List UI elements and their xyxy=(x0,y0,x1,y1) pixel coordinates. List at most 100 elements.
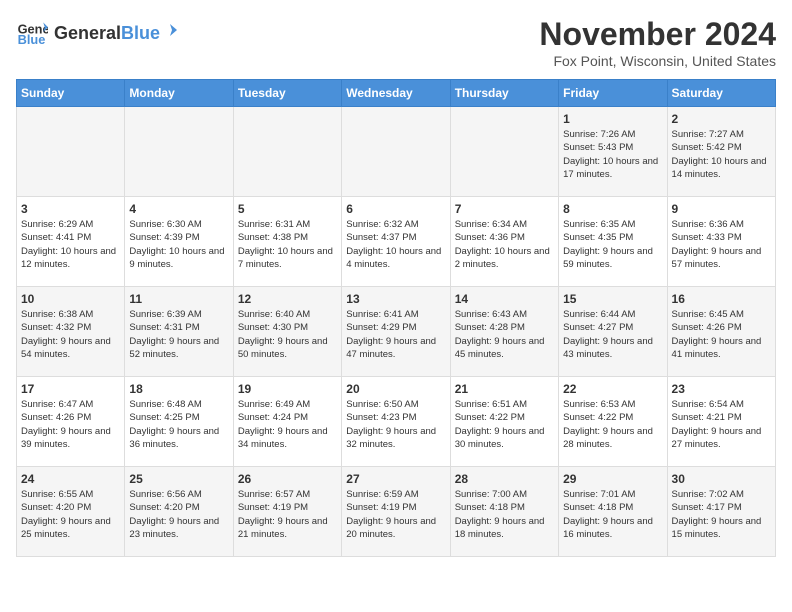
day-number: 15 xyxy=(563,292,662,306)
calendar-header-row: SundayMondayTuesdayWednesdayThursdayFrid… xyxy=(17,80,776,107)
day-info: Sunrise: 6:31 AM Sunset: 4:38 PM Dayligh… xyxy=(238,218,337,271)
logo-arrow-icon xyxy=(162,21,180,39)
calendar-cell: 23 Sunrise: 6:54 AM Sunset: 4:21 PM Dayli… xyxy=(667,377,775,467)
day-number: 2 xyxy=(672,112,771,126)
day-info: Sunrise: 6:54 AM Sunset: 4:21 PM Dayligh… xyxy=(672,398,771,451)
calendar-table: SundayMondayTuesdayWednesdayThursdayFrid… xyxy=(16,79,776,557)
day-info: Sunrise: 6:48 AM Sunset: 4:25 PM Dayligh… xyxy=(129,398,228,451)
calendar-cell: 17 Sunrise: 6:47 AM Sunset: 4:26 PM Dayli… xyxy=(17,377,125,467)
day-info: Sunrise: 6:43 AM Sunset: 4:28 PM Dayligh… xyxy=(455,308,554,361)
day-number: 25 xyxy=(129,472,228,486)
logo-icon: General Blue xyxy=(16,16,48,48)
calendar-cell: 9 Sunrise: 6:36 AM Sunset: 4:33 PM Daylig… xyxy=(667,197,775,287)
day-number: 26 xyxy=(238,472,337,486)
calendar-cell: 6 Sunrise: 6:32 AM Sunset: 4:37 PM Daylig… xyxy=(342,197,450,287)
day-info: Sunrise: 6:39 AM Sunset: 4:31 PM Dayligh… xyxy=(129,308,228,361)
calendar-cell: 4 Sunrise: 6:30 AM Sunset: 4:39 PM Daylig… xyxy=(125,197,233,287)
col-header-friday: Friday xyxy=(559,80,667,107)
calendar-cell: 3 Sunrise: 6:29 AM Sunset: 4:41 PM Daylig… xyxy=(17,197,125,287)
calendar-cell: 2 Sunrise: 7:27 AM Sunset: 5:42 PM Daylig… xyxy=(667,107,775,197)
calendar-cell xyxy=(342,107,450,197)
calendar-cell: 24 Sunrise: 6:55 AM Sunset: 4:20 PM Dayli… xyxy=(17,467,125,557)
calendar-cell: 27Sunrise: 6:59 AM Sunset: 4:19 PM Dayli… xyxy=(342,467,450,557)
page-header: General Blue General Blue November 2024 … xyxy=(16,16,776,69)
calendar-cell: 16Sunrise: 6:45 AM Sunset: 4:26 PM Dayli… xyxy=(667,287,775,377)
calendar-cell: 22 Sunrise: 6:53 AM Sunset: 4:22 PM Dayli… xyxy=(559,377,667,467)
day-number: 1 xyxy=(563,112,662,126)
day-info: Sunrise: 6:34 AM Sunset: 4:36 PM Dayligh… xyxy=(455,218,554,271)
day-info: Sunrise: 7:26 AM Sunset: 5:43 PM Dayligh… xyxy=(563,128,662,181)
calendar-cell xyxy=(17,107,125,197)
calendar-cell: 28 Sunrise: 7:00 AM Sunset: 4:18 PM Dayli… xyxy=(450,467,558,557)
day-info: Sunrise: 7:01 AM Sunset: 4:18 PM Dayligh… xyxy=(563,488,662,541)
day-number: 18 xyxy=(129,382,228,396)
calendar-cell: 7 Sunrise: 6:34 AM Sunset: 4:36 PM Daylig… xyxy=(450,197,558,287)
day-info: Sunrise: 6:40 AM Sunset: 4:30 PM Dayligh… xyxy=(238,308,337,361)
day-info: Sunrise: 6:32 AM Sunset: 4:37 PM Dayligh… xyxy=(346,218,445,271)
day-info: Sunrise: 6:41 AM Sunset: 4:29 PM Dayligh… xyxy=(346,308,445,361)
day-number: 9 xyxy=(672,202,771,216)
day-number: 30 xyxy=(672,472,771,486)
calendar-cell: 18 Sunrise: 6:48 AM Sunset: 4:25 PM Dayli… xyxy=(125,377,233,467)
calendar-cell: 12 Sunrise: 6:40 AM Sunset: 4:30 PM Dayli… xyxy=(233,287,341,377)
day-info: Sunrise: 6:56 AM Sunset: 4:20 PM Dayligh… xyxy=(129,488,228,541)
day-number: 10 xyxy=(21,292,120,306)
col-header-sunday: Sunday xyxy=(17,80,125,107)
calendar-cell: 15Sunrise: 6:44 AM Sunset: 4:27 PM Dayli… xyxy=(559,287,667,377)
day-info: Sunrise: 6:53 AM Sunset: 4:22 PM Dayligh… xyxy=(563,398,662,451)
day-info: Sunrise: 6:30 AM Sunset: 4:39 PM Dayligh… xyxy=(129,218,228,271)
calendar-week-row: 1 Sunrise: 7:26 AM Sunset: 5:43 PM Daylig… xyxy=(17,107,776,197)
logo: General Blue General Blue xyxy=(16,16,180,48)
day-number: 11 xyxy=(129,292,228,306)
calendar-cell: 26Sunrise: 6:57 AM Sunset: 4:19 PM Dayli… xyxy=(233,467,341,557)
day-number: 16 xyxy=(672,292,771,306)
day-number: 8 xyxy=(563,202,662,216)
calendar-cell: 14 Sunrise: 6:43 AM Sunset: 4:28 PM Dayli… xyxy=(450,287,558,377)
day-info: Sunrise: 6:29 AM Sunset: 4:41 PM Dayligh… xyxy=(21,218,120,271)
calendar-cell: 13 Sunrise: 6:41 AM Sunset: 4:29 PM Dayli… xyxy=(342,287,450,377)
day-info: Sunrise: 6:36 AM Sunset: 4:33 PM Dayligh… xyxy=(672,218,771,271)
day-info: Sunrise: 6:47 AM Sunset: 4:26 PM Dayligh… xyxy=(21,398,120,451)
logo-general: General xyxy=(54,24,121,44)
calendar-cell: 19Sunrise: 6:49 AM Sunset: 4:24 PM Dayli… xyxy=(233,377,341,467)
day-info: Sunrise: 6:49 AM Sunset: 4:24 PM Dayligh… xyxy=(238,398,337,451)
col-header-wednesday: Wednesday xyxy=(342,80,450,107)
day-info: Sunrise: 6:38 AM Sunset: 4:32 PM Dayligh… xyxy=(21,308,120,361)
day-number: 20 xyxy=(346,382,445,396)
day-number: 28 xyxy=(455,472,554,486)
day-number: 6 xyxy=(346,202,445,216)
location-title: Fox Point, Wisconsin, United States xyxy=(539,53,776,69)
day-info: Sunrise: 7:00 AM Sunset: 4:18 PM Dayligh… xyxy=(455,488,554,541)
calendar-cell: 1 Sunrise: 7:26 AM Sunset: 5:43 PM Daylig… xyxy=(559,107,667,197)
calendar-cell: 10 Sunrise: 6:38 AM Sunset: 4:32 PM Dayli… xyxy=(17,287,125,377)
day-info: Sunrise: 6:35 AM Sunset: 4:35 PM Dayligh… xyxy=(563,218,662,271)
calendar-week-row: 24 Sunrise: 6:55 AM Sunset: 4:20 PM Dayli… xyxy=(17,467,776,557)
calendar-cell: 8 Sunrise: 6:35 AM Sunset: 4:35 PM Daylig… xyxy=(559,197,667,287)
day-number: 14 xyxy=(455,292,554,306)
month-title: November 2024 xyxy=(539,16,776,53)
calendar-cell: 20 Sunrise: 6:50 AM Sunset: 4:23 PM Dayli… xyxy=(342,377,450,467)
svg-text:Blue: Blue xyxy=(18,32,46,47)
logo-blue: Blue xyxy=(121,24,160,44)
day-info: Sunrise: 7:02 AM Sunset: 4:17 PM Dayligh… xyxy=(672,488,771,541)
calendar-cell: 5 Sunrise: 6:31 AM Sunset: 4:38 PM Daylig… xyxy=(233,197,341,287)
day-number: 12 xyxy=(238,292,337,306)
day-number: 3 xyxy=(21,202,120,216)
day-number: 22 xyxy=(563,382,662,396)
day-number: 4 xyxy=(129,202,228,216)
day-number: 5 xyxy=(238,202,337,216)
calendar-week-row: 17 Sunrise: 6:47 AM Sunset: 4:26 PM Dayli… xyxy=(17,377,776,467)
calendar-cell: 25 Sunrise: 6:56 AM Sunset: 4:20 PM Dayli… xyxy=(125,467,233,557)
day-number: 17 xyxy=(21,382,120,396)
day-info: Sunrise: 7:27 AM Sunset: 5:42 PM Dayligh… xyxy=(672,128,771,181)
day-number: 23 xyxy=(672,382,771,396)
calendar-cell: 29Sunrise: 7:01 AM Sunset: 4:18 PM Dayli… xyxy=(559,467,667,557)
day-number: 7 xyxy=(455,202,554,216)
title-area: November 2024 Fox Point, Wisconsin, Unit… xyxy=(539,16,776,69)
day-number: 24 xyxy=(21,472,120,486)
day-info: Sunrise: 6:59 AM Sunset: 4:19 PM Dayligh… xyxy=(346,488,445,541)
day-number: 21 xyxy=(455,382,554,396)
day-info: Sunrise: 6:55 AM Sunset: 4:20 PM Dayligh… xyxy=(21,488,120,541)
day-number: 13 xyxy=(346,292,445,306)
day-info: Sunrise: 6:50 AM Sunset: 4:23 PM Dayligh… xyxy=(346,398,445,451)
